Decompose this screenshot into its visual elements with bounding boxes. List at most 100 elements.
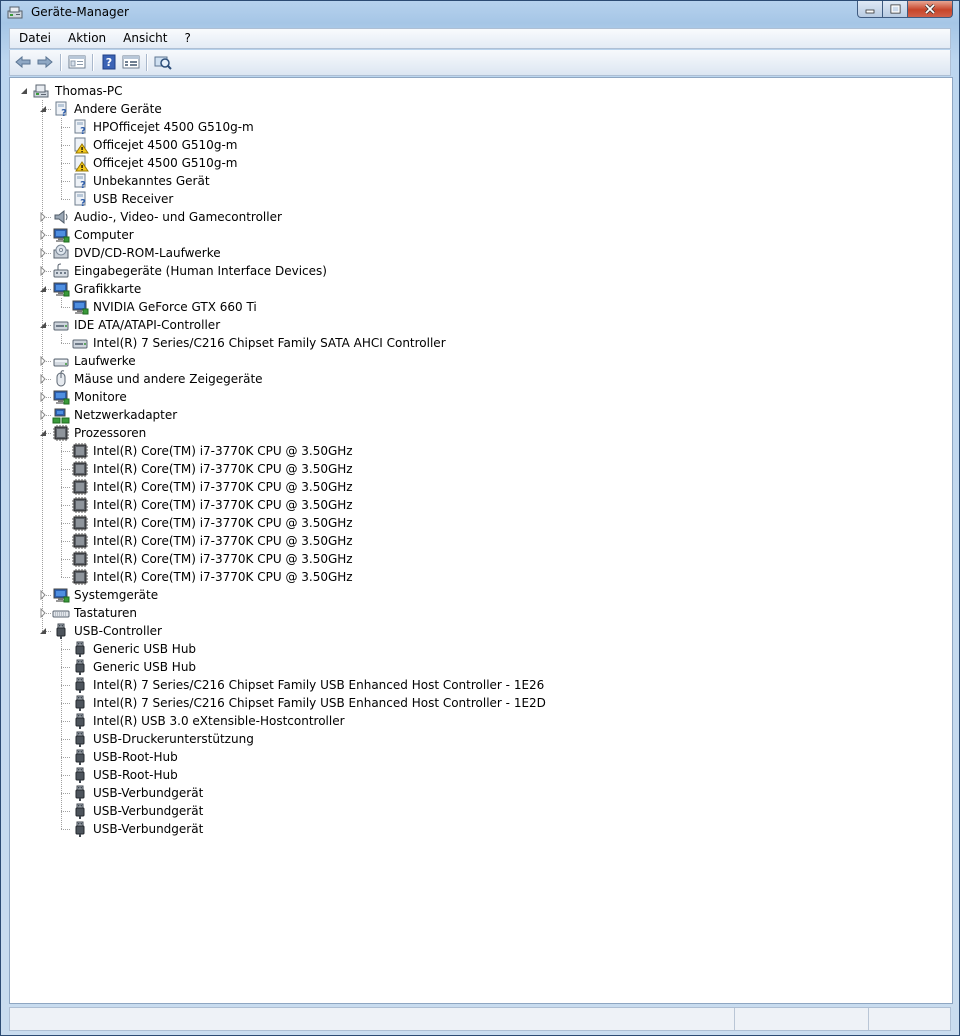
tree-category-ide-ata-atapi-controller[interactable]: IDE ATA/ATAPI-Controller xyxy=(10,316,940,334)
usb-icon xyxy=(75,659,85,675)
tree-device[interactable]: USB-Verbundgerät xyxy=(10,820,940,838)
collapsed-triangle-icon[interactable] xyxy=(38,248,48,258)
expanded-triangle-icon[interactable] xyxy=(38,320,48,330)
tree-category-andere-ger-te[interactable]: ? Andere Geräte xyxy=(10,100,940,118)
collapsed-triangle-icon[interactable] xyxy=(38,374,48,384)
tree-device[interactable]: Intel(R) Core(TM) i7-3770K CPU @ 3.50GHz xyxy=(10,550,940,568)
tree-device[interactable]: ? HPOfficejet 4500 G510g-m xyxy=(10,118,940,136)
menu-ansicht[interactable]: Ansicht xyxy=(114,29,175,48)
tree-device[interactable]: Intel(R) Core(TM) i7-3770K CPU @ 3.50GHz xyxy=(10,460,940,478)
tree-category-m-use-und-andere-zeigeger-te[interactable]: Mäuse und andere Zeigegeräte xyxy=(10,370,940,388)
close-button[interactable] xyxy=(908,1,953,18)
tree-item-label: USB-Verbundgerät xyxy=(93,786,204,800)
collapsed-triangle-icon[interactable] xyxy=(38,212,48,222)
tree-device[interactable]: USB-Root-Hub xyxy=(10,748,940,766)
device-manager-app-icon[interactable] xyxy=(7,5,25,21)
tree-category-monitore[interactable]: Monitore xyxy=(10,388,940,406)
collapsed-triangle-icon[interactable] xyxy=(38,266,48,276)
tree-device[interactable]: Intel(R) 7 Series/C216 Chipset Family US… xyxy=(10,694,940,712)
tree-item-label: Generic USB Hub xyxy=(93,660,197,674)
collapsed-triangle-icon[interactable] xyxy=(38,608,48,618)
cpu-icon xyxy=(53,425,69,441)
tree-item-label: Eingabegeräte (Human Interface Devices) xyxy=(74,264,327,278)
collapsed-triangle-icon[interactable] xyxy=(38,590,48,600)
collapsed-triangle-icon[interactable] xyxy=(38,392,48,402)
tree-device[interactable]: Intel(R) Core(TM) i7-3770K CPU @ 3.50GHz xyxy=(10,496,940,514)
properties-icon xyxy=(122,55,140,69)
back-icon xyxy=(15,55,31,69)
tree-item-label: Intel(R) Core(TM) i7-3770K CPU @ 3.50GHz xyxy=(93,516,353,530)
tree-category-netzwerkadapter[interactable]: Netzwerkadapter xyxy=(10,406,940,424)
tree-category-prozessoren[interactable]: Prozessoren xyxy=(10,424,940,442)
keyboard-icon xyxy=(52,610,70,618)
collapsed-triangle-icon[interactable] xyxy=(38,410,48,420)
tree-category-systemger-te[interactable]: Systemgeräte xyxy=(10,586,940,604)
tree-device[interactable]: Officejet 4500 G510g-m xyxy=(10,154,940,172)
collapsed-triangle-icon[interactable] xyxy=(38,230,48,240)
svg-text:?: ? xyxy=(106,56,112,69)
show-hide-console-tree-button[interactable] xyxy=(67,53,87,71)
expanded-triangle-icon[interactable] xyxy=(38,626,48,636)
tree-device[interactable]: Intel(R) Core(TM) i7-3770K CPU @ 3.50GHz xyxy=(10,442,940,460)
svg-text:?: ? xyxy=(80,180,86,190)
ide-icon xyxy=(53,321,69,331)
minimize-button[interactable] xyxy=(857,1,883,18)
menu-datei[interactable]: Datei xyxy=(10,29,59,48)
tree-device[interactable]: Intel(R) 7 Series/C216 Chipset Family US… xyxy=(10,676,940,694)
help-button[interactable]: ? xyxy=(99,53,119,71)
tree-category-usb-controller[interactable]: USB-Controller xyxy=(10,622,940,640)
help-icon: ? xyxy=(102,54,116,70)
monitor-icon xyxy=(72,300,89,315)
expanded-triangle-icon[interactable] xyxy=(38,284,48,294)
toolbar: ? xyxy=(9,50,951,76)
tree-device[interactable]: USB-Verbundgerät xyxy=(10,802,940,820)
tree-device[interactable]: USB-Druckerunterstützung xyxy=(10,730,940,748)
collapsed-triangle-icon[interactable] xyxy=(38,356,48,366)
expanded-triangle-icon[interactable] xyxy=(38,428,48,438)
back-button[interactable] xyxy=(13,53,33,71)
tree-category-dvd-cd-rom-laufwerke[interactable]: DVD/CD-ROM-Laufwerke xyxy=(10,244,940,262)
properties-button[interactable] xyxy=(121,53,141,71)
cpu-icon xyxy=(72,443,88,459)
tree-item-label: Intel(R) 7 Series/C216 Chipset Family US… xyxy=(93,678,545,692)
device-tree[interactable]: Thomas-PC? Andere Geräte? HPOfficejet 4500… xyxy=(9,77,953,1004)
tree-root[interactable]: Thomas-PC xyxy=(10,82,940,100)
tree-category-laufwerke[interactable]: Laufwerke xyxy=(10,352,940,370)
tree-category-eingabeger-te-human-interface-devices[interactable]: Eingabegeräte (Human Interface Devices) xyxy=(10,262,940,280)
tree-device[interactable]: USB-Root-Hub xyxy=(10,766,940,784)
tree-device[interactable]: Generic USB Hub xyxy=(10,640,940,658)
tree-item-label: Computer xyxy=(74,228,134,242)
menu-aktion[interactable]: Aktion xyxy=(59,29,114,48)
tree-item-label: Officejet 4500 G510g-m xyxy=(93,156,238,170)
monitor-icon xyxy=(53,228,70,243)
title-bar[interactable]: Geräte-Manager xyxy=(1,1,959,25)
tree-device[interactable]: NVIDIA GeForce GTX 660 Ti xyxy=(10,298,940,316)
toolbar-separator xyxy=(146,54,148,71)
tree-device[interactable]: Intel(R) 7 Series/C216 Chipset Family SA… xyxy=(10,334,940,352)
usb-icon xyxy=(75,749,85,765)
tree-device[interactable]: Intel(R) USB 3.0 eXtensible-Hostcontroll… xyxy=(10,712,940,730)
tree-device[interactable]: Intel(R) Core(TM) i7-3770K CPU @ 3.50GHz xyxy=(10,514,940,532)
scan-hardware-button[interactable] xyxy=(153,53,173,71)
tree-category-computer[interactable]: Computer xyxy=(10,226,940,244)
tree-device[interactable]: USB-Verbundgerät xyxy=(10,784,940,802)
tree-device[interactable]: Officejet 4500 G510g-m xyxy=(10,136,940,154)
maximize-button[interactable] xyxy=(883,1,908,18)
tree-device[interactable]: Generic USB Hub xyxy=(10,658,940,676)
tree-device[interactable]: Intel(R) Core(TM) i7-3770K CPU @ 3.50GHz xyxy=(10,478,940,496)
tree-device[interactable]: Intel(R) Core(TM) i7-3770K CPU @ 3.50GHz xyxy=(10,532,940,550)
tree-item-label: USB-Controller xyxy=(74,624,162,638)
menu-help[interactable]: ? xyxy=(175,29,198,48)
usb-icon xyxy=(75,695,85,711)
expanded-triangle-icon[interactable] xyxy=(38,104,48,114)
tree-category-grafikkarte[interactable]: Grafikkarte xyxy=(10,280,940,298)
tree-device[interactable]: Intel(R) Core(TM) i7-3770K CPU @ 3.50GHz xyxy=(10,568,940,586)
tree-item-label: Intel(R) 7 Series/C216 Chipset Family SA… xyxy=(93,336,446,350)
forward-button[interactable] xyxy=(35,53,55,71)
tree-device[interactable]: ? USB Receiver xyxy=(10,190,940,208)
tree-category-audio-video-und-gamecontroller[interactable]: Audio-, Video- und Gamecontroller xyxy=(10,208,940,226)
tree-category-tastaturen[interactable]: Tastaturen xyxy=(10,604,940,622)
expanded-triangle-icon[interactable] xyxy=(19,86,29,96)
usb-icon xyxy=(75,803,85,819)
tree-device[interactable]: ? Unbekanntes Gerät xyxy=(10,172,940,190)
